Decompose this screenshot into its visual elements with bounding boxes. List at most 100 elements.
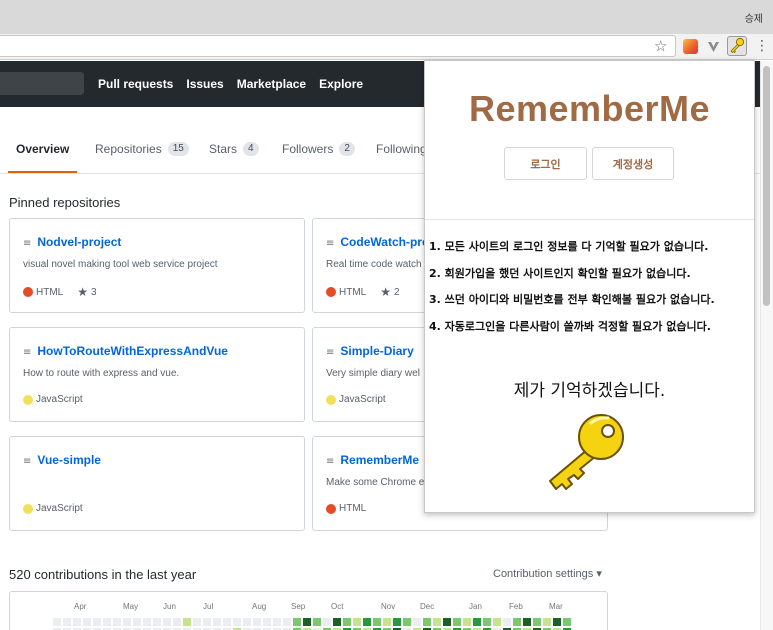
contribution-cell[interactable] <box>253 618 261 626</box>
repo-description: visual novel making tool web service pro… <box>23 259 218 270</box>
pinned-title: Pinned repositories <box>9 195 121 210</box>
nav-pull-requests[interactable]: Pull requests <box>98 77 173 91</box>
repo-stars[interactable]: ★ 3 <box>77 285 96 299</box>
contribution-cell[interactable] <box>363 618 371 626</box>
contribution-cell[interactable] <box>523 618 531 626</box>
contribution-cell[interactable] <box>273 618 281 626</box>
menu-dots-icon[interactable]: ⋮ <box>755 37 769 55</box>
contribution-cell[interactable] <box>323 618 331 626</box>
contribution-cell[interactable] <box>533 618 541 626</box>
contribution-cell[interactable] <box>53 618 61 626</box>
feature-item: 2. 회원가입을 했던 사이트인지 확인할 필요가 없습니다. <box>429 267 691 280</box>
scrollbar-thumb[interactable] <box>763 66 770 306</box>
contribution-cell[interactable] <box>103 618 111 626</box>
followers-count: 2 <box>339 142 355 156</box>
repo-link[interactable]: RememberMe <box>340 453 419 467</box>
contribution-cell[interactable] <box>503 618 511 626</box>
month-label: Jul <box>203 602 214 611</box>
star-icon: ★ <box>77 285 88 299</box>
profile-name[interactable]: 승제 <box>745 10 763 25</box>
contribution-cell[interactable] <box>243 618 251 626</box>
tab-repositories[interactable]: Repositories 15 <box>95 133 189 173</box>
contribution-cell[interactable] <box>193 618 201 626</box>
contribution-cell[interactable] <box>473 618 481 626</box>
contribution-cell[interactable] <box>213 618 221 626</box>
contribution-cell[interactable] <box>513 618 521 626</box>
contribution-cell[interactable] <box>493 618 501 626</box>
contribution-cell[interactable] <box>543 618 551 626</box>
contribution-cell[interactable] <box>423 618 431 626</box>
contribution-cell[interactable] <box>343 618 351 626</box>
contribution-cell[interactable] <box>453 618 461 626</box>
search-input[interactable] <box>0 72 84 95</box>
contribution-cell[interactable] <box>263 618 271 626</box>
contribution-cell[interactable] <box>133 618 141 626</box>
repositories-count: 15 <box>167 142 189 156</box>
nav-issues[interactable]: Issues <box>186 77 223 91</box>
contribution-graph: Apr May Jun Jul Aug Sep Oct Nov Dec Jan … <box>9 591 608 630</box>
contribution-cell[interactable] <box>173 618 181 626</box>
signup-button[interactable]: 계정생성 <box>592 147 674 180</box>
contribution-cell[interactable] <box>433 618 441 626</box>
contribution-cell[interactable] <box>413 618 421 626</box>
tab-stars[interactable]: Stars 4 <box>209 133 259 173</box>
ext-key-icon[interactable] <box>727 36 747 56</box>
feature-item: 4. 자동로그인을 다른사람이 쓸까봐 걱정할 필요가 없습니다. <box>429 320 711 333</box>
contribution-cell[interactable] <box>223 618 231 626</box>
contribution-cell[interactable] <box>123 618 131 626</box>
repo-stars[interactable]: ★ 2 <box>380 285 399 299</box>
contribution-cell[interactable] <box>483 618 491 626</box>
nav-explore[interactable]: Explore <box>319 77 363 91</box>
contribution-cell[interactable] <box>233 618 241 626</box>
popup-divider <box>425 219 754 220</box>
contribution-cell[interactable] <box>553 618 561 626</box>
address-bar[interactable] <box>0 35 676 57</box>
contribution-cell[interactable] <box>373 618 381 626</box>
repo-icon: ≡ <box>326 347 335 358</box>
contribution-cell[interactable] <box>313 618 321 626</box>
contribution-cell[interactable] <box>393 618 401 626</box>
contribution-cell[interactable] <box>63 618 71 626</box>
feature-item: 3. 쓰던 아이디와 비밀번호를 전부 확인해볼 필요가 없습니다. <box>429 293 715 306</box>
star-icon[interactable]: ☆ <box>654 37 667 55</box>
contribution-cell[interactable] <box>283 618 291 626</box>
contribution-cell[interactable] <box>143 618 151 626</box>
contribution-cell[interactable] <box>153 618 161 626</box>
tab-following[interactable]: Following <box>376 133 427 173</box>
browser-toolbar: ☆ ⋮ <box>0 34 773 60</box>
contribution-cell[interactable] <box>303 618 311 626</box>
contribution-cell[interactable] <box>563 618 571 626</box>
contribution-cell[interactable] <box>293 618 301 626</box>
contribution-cell[interactable] <box>73 618 81 626</box>
repo-link[interactable]: Nodvel-project <box>37 235 121 249</box>
contribution-cell[interactable] <box>383 618 391 626</box>
repo-link[interactable]: CodeWatch-pro <box>340 235 429 249</box>
contribution-cell[interactable] <box>333 618 341 626</box>
repo-link[interactable]: HowToRouteWithExpressAndVue <box>37 344 228 358</box>
repo-card: ≡ HowToRouteWithExpressAndVue How to rout… <box>9 327 305 422</box>
contribution-cell[interactable] <box>163 618 171 626</box>
login-button[interactable]: 로그인 <box>504 147 587 180</box>
repo-link[interactable]: Simple-Diary <box>340 344 413 358</box>
contribution-cell[interactable] <box>463 618 471 626</box>
contribution-cell[interactable] <box>83 618 91 626</box>
contribution-settings-button[interactable]: Contribution settings ▾ <box>493 567 602 580</box>
nav-marketplace[interactable]: Marketplace <box>237 77 306 91</box>
contribution-cell[interactable] <box>183 618 191 626</box>
contribution-cell[interactable] <box>113 618 121 626</box>
tab-overview[interactable]: Overview <box>8 133 78 173</box>
ext-colorful-icon[interactable] <box>683 39 698 54</box>
contribution-cell[interactable] <box>353 618 361 626</box>
contribution-cell[interactable] <box>403 618 411 626</box>
stars-count: 4 <box>243 142 259 156</box>
contributions-title: 520 contributions in the last year <box>9 567 197 582</box>
contribution-cell[interactable] <box>203 618 211 626</box>
github-nav: Pull requests Issues Marketplace Explore <box>98 61 376 107</box>
contribution-cell[interactable] <box>93 618 101 626</box>
repo-icon: ≡ <box>23 456 32 467</box>
contribution-cell[interactable] <box>443 618 451 626</box>
contribution-cells <box>53 618 571 630</box>
repo-link[interactable]: Vue-simple <box>37 453 101 467</box>
tab-followers[interactable]: Followers 2 <box>282 133 355 173</box>
ext-vee-icon[interactable] <box>706 39 721 54</box>
